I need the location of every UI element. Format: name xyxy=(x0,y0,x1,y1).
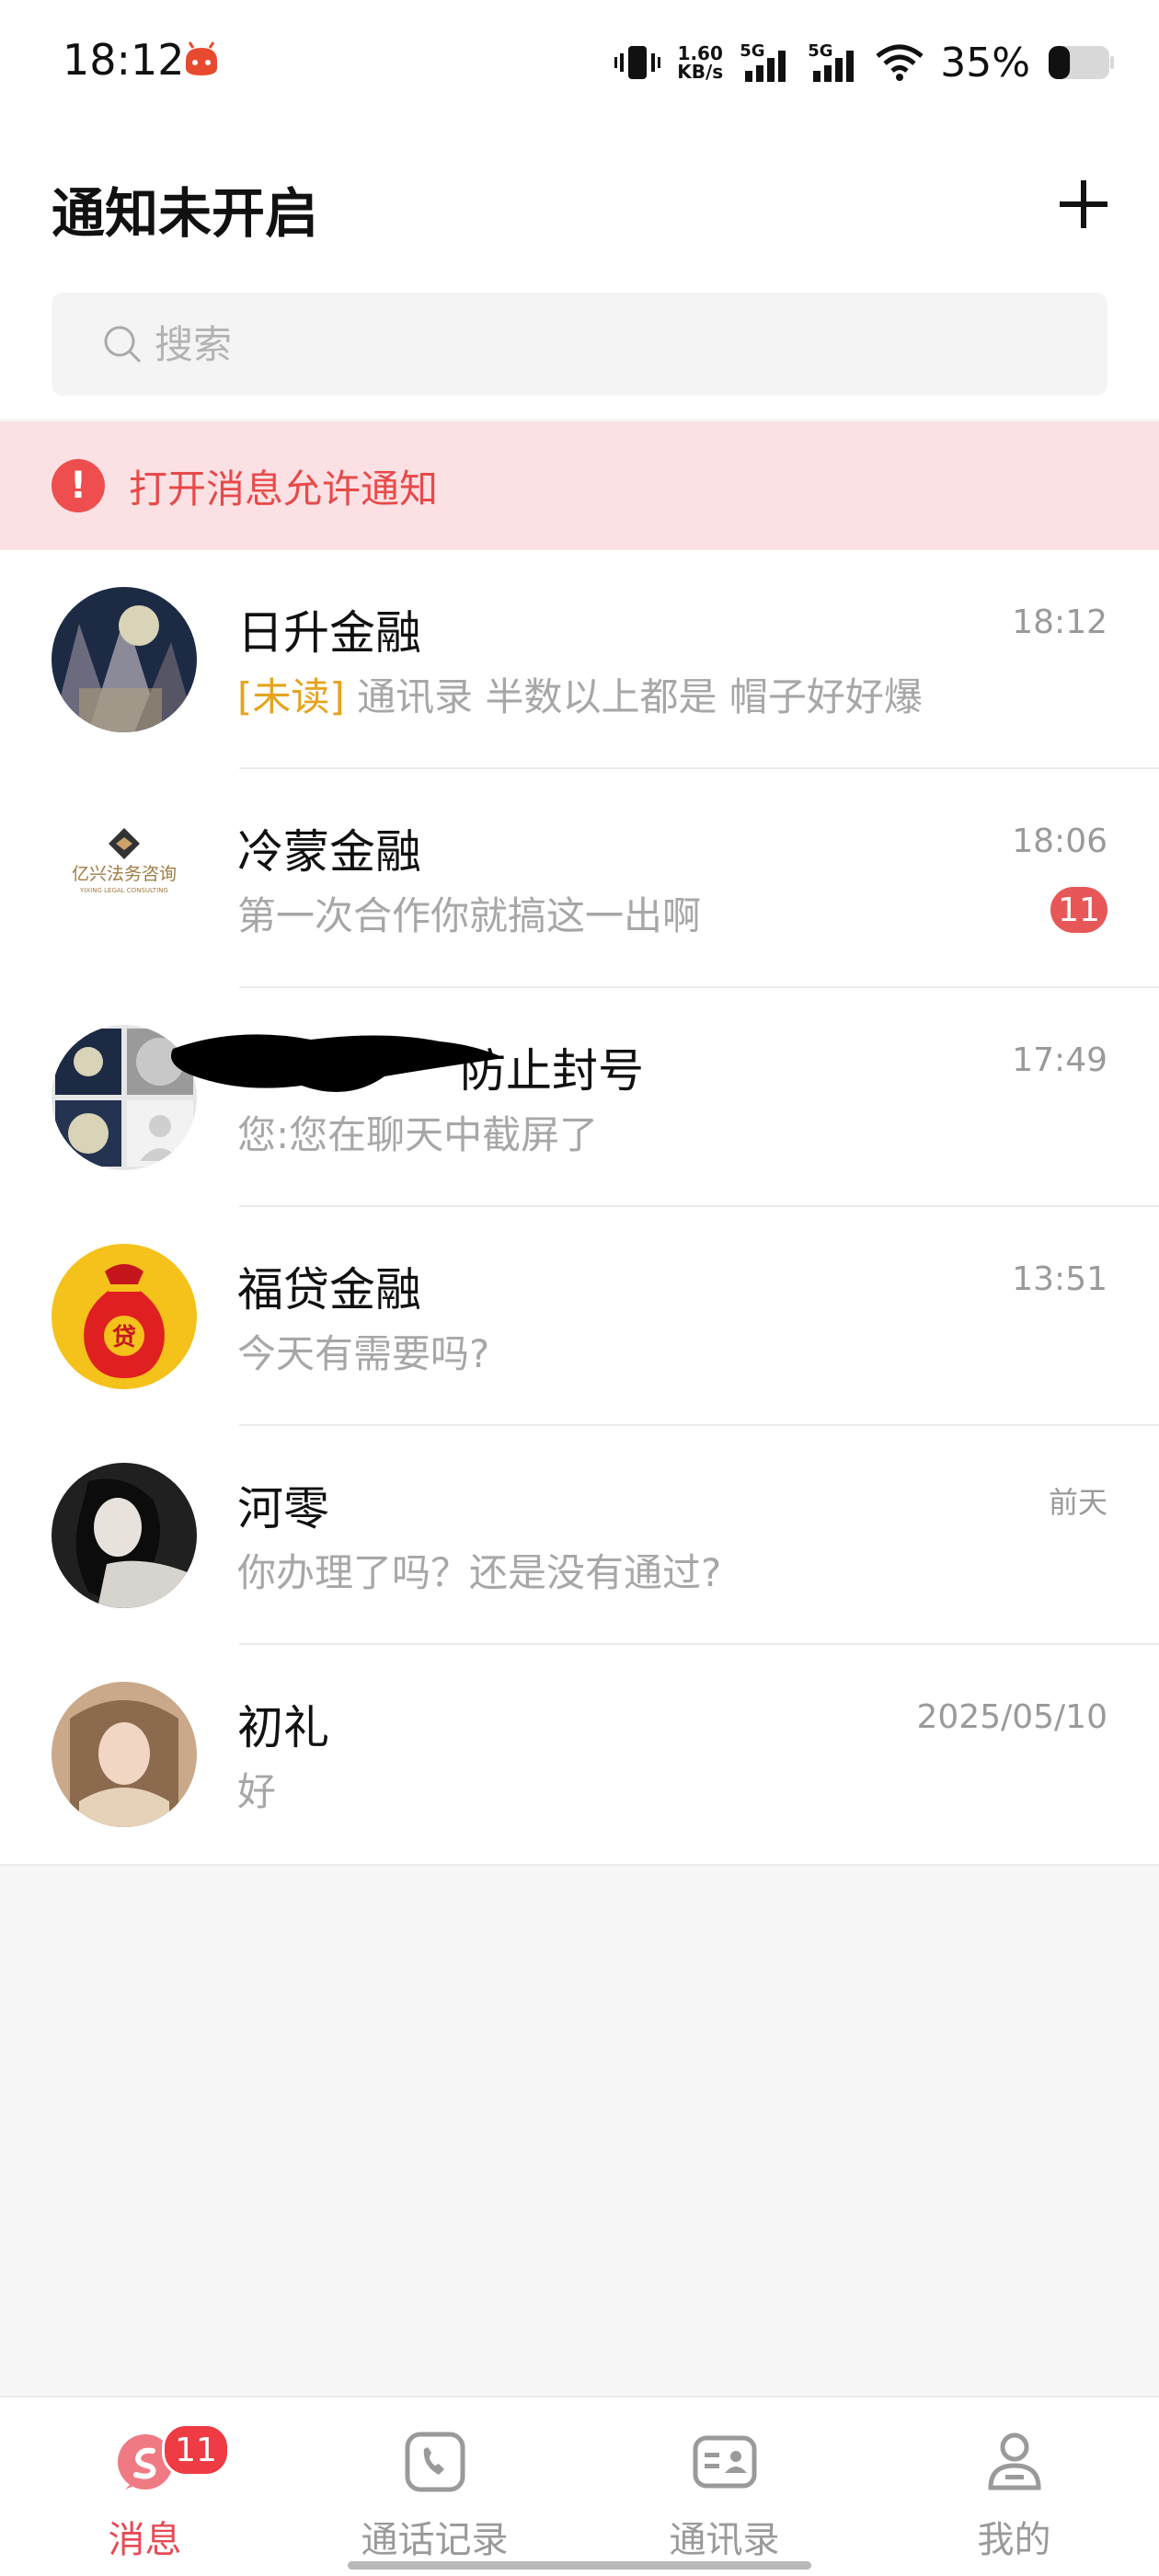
avatar xyxy=(52,587,197,732)
chat-preview: 今天有需要吗? xyxy=(237,1331,490,1376)
chat-row[interactable]: 贷 福贷金融 13:51 今天有需要吗? xyxy=(0,1207,1159,1426)
chat-list: 日升金融 18:12 [未读] 通讯录 半数以上都是 帽子好好爆 亿兴法务咨询 … xyxy=(0,550,1159,1866)
tab-label: 通讯录 xyxy=(669,2519,780,2561)
chat-name: 日升金融 xyxy=(237,606,421,660)
avatar xyxy=(52,1682,197,1827)
chat-time: 18:06 xyxy=(1012,822,1107,860)
chat-preview: 你办理了吗？还是没有通过? xyxy=(237,1550,722,1595)
avatar: 贷 xyxy=(52,1244,197,1389)
chat-row[interactable]: 防止封号 17:49 您:您在聊天中截屏了 xyxy=(0,988,1159,1207)
chat-name: 福贷金融 xyxy=(237,1263,421,1317)
profile-icon xyxy=(987,2432,1041,2490)
net-speed-value: 1.60 xyxy=(677,42,723,64)
chat-row[interactable]: 初礼 2025/05/10 好 xyxy=(0,1645,1159,1866)
chat-preview: 您:您在聊天中截屏了 xyxy=(237,1112,599,1157)
tab-label: 通话记录 xyxy=(361,2519,509,2561)
unread-tag: [未读] xyxy=(237,674,345,719)
chat-row[interactable]: 日升金融 18:12 [未读] 通讯录 半数以上都是 帽子好好爆 xyxy=(0,550,1159,769)
chat-name: 初礼 xyxy=(237,1701,329,1754)
chat-preview: [未读] 通讯录 半数以上都是 帽子好好爆 xyxy=(237,666,923,722)
chat-preview: 好 xyxy=(237,1769,277,1814)
unread-badge: 11 xyxy=(162,2423,230,2477)
chat-time: 2025/05/10 xyxy=(916,1698,1108,1736)
tab-messages[interactable]: 11 消息 xyxy=(0,2398,290,2576)
contacts-icon xyxy=(693,2435,756,2489)
vibrate-icon xyxy=(614,46,661,79)
status-bar: 18:12 1.60 KB/s 5G 5G 35% xyxy=(0,0,1159,120)
chat-row[interactable]: 河零 前天 你办理了吗？还是没有通过? xyxy=(0,1426,1159,1645)
avatar-logo-subtext: YIXING LEGAL CONSULTING xyxy=(79,887,168,894)
chat-time: 13:51 xyxy=(1012,1260,1107,1298)
tab-contacts[interactable]: 通讯录 xyxy=(580,2398,869,2576)
banner-text: 打开消息允许通知 xyxy=(129,466,439,512)
unread-badge: 11 xyxy=(1050,887,1107,933)
plus-icon[interactable] xyxy=(1056,177,1111,232)
redaction-scribble xyxy=(171,1034,504,1093)
net-speed-unit: KB/s xyxy=(677,61,724,83)
logo-mark-icon: 亿兴法务咨询 YIXING LEGAL CONSULTING xyxy=(72,828,177,894)
search-box[interactable] xyxy=(52,293,1107,396)
page-title: 通知未开启 xyxy=(52,182,319,245)
avatar-logo-text: 亿兴法务咨询 xyxy=(72,864,177,884)
chat-name: 冷蒙金融 xyxy=(237,825,421,879)
signal-sim2-icon: 5G xyxy=(808,41,859,84)
chat-time: 17:49 xyxy=(1012,1041,1107,1079)
exclamation-icon: ! xyxy=(52,459,105,512)
sim2-label: 5G xyxy=(808,41,833,61)
tab-call-log[interactable]: 通话记录 xyxy=(290,2398,580,2576)
chat-preview-text: 通讯录 半数以上都是 帽子好好爆 xyxy=(357,674,923,719)
tab-label: 消息 xyxy=(108,2519,182,2561)
tab-label: 我的 xyxy=(977,2519,1051,2561)
net-speed: 1.60 KB/s xyxy=(677,44,723,81)
signal-sim1-icon: 5G xyxy=(740,41,791,84)
avatar-bag-text: 贷 xyxy=(112,1323,136,1351)
avatar: 亿兴法务咨询 YIXING LEGAL CONSULTING xyxy=(52,806,197,951)
chat-name: 河零 xyxy=(237,1482,329,1535)
search-icon xyxy=(104,326,142,363)
status-time: 18:12 xyxy=(63,35,185,85)
home-indicator[interactable] xyxy=(348,2561,811,2570)
chat-row[interactable]: 亿兴法务咨询 YIXING LEGAL CONSULTING 冷蒙金融 18:0… xyxy=(0,769,1159,988)
money-bag-icon: 贷 xyxy=(84,1264,165,1378)
battery-icon xyxy=(1049,46,1114,79)
status-right-group: 1.60 KB/s 5G 5G 35% xyxy=(614,37,1115,88)
wifi-icon xyxy=(876,44,924,81)
chat-time: 18:12 xyxy=(1012,604,1107,641)
phone-icon xyxy=(405,2432,465,2492)
avatar xyxy=(52,1463,197,1608)
app-notification-icon xyxy=(186,41,217,75)
bottom-nav: 11 消息 通话记录 通讯录 我的 xyxy=(0,2396,1159,2576)
search-input[interactable] xyxy=(153,320,984,368)
sim1-label: 5G xyxy=(740,41,765,61)
chat-time: 前天 xyxy=(1048,1485,1107,1520)
battery-percent: 35% xyxy=(940,39,1030,86)
enable-notification-banner[interactable]: ! 打开消息允许通知 xyxy=(0,421,1159,550)
tab-profile[interactable]: 我的 xyxy=(869,2398,1159,2576)
chat-preview: 第一次合作你就搞这一出啊 xyxy=(237,893,702,938)
